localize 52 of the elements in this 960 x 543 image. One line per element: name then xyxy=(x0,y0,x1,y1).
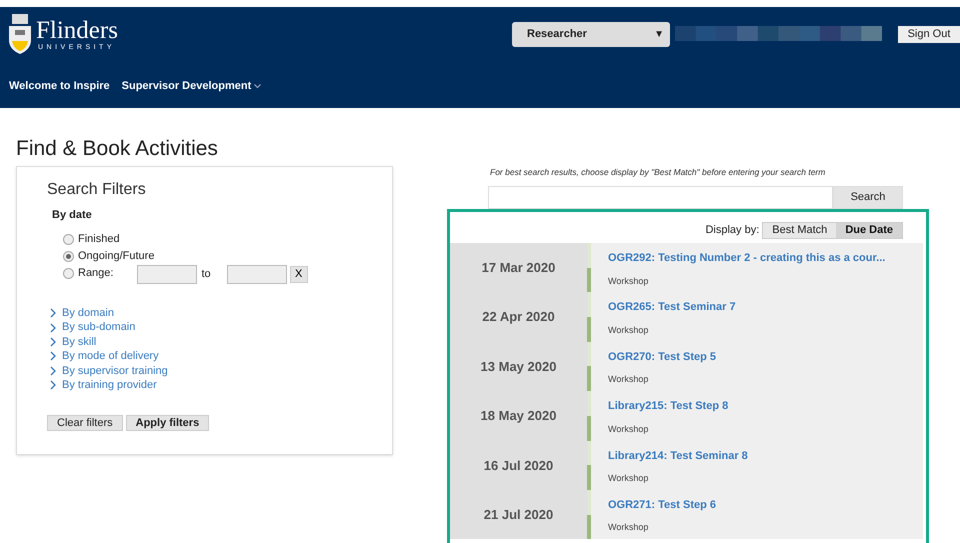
activity-link[interactable]: Library215: Test Step 8 xyxy=(608,398,923,415)
activity-link[interactable]: OGR265: Test Seminar 7 xyxy=(608,299,923,316)
activity-link[interactable]: OGR292: Testing Number 2 - creating this as a cour... xyxy=(608,250,923,266)
filter-group-link[interactable]: By domain xyxy=(62,304,114,322)
date-cell: 21 Jul 2020 xyxy=(450,490,587,540)
filter-group-link[interactable]: By mode of delivery xyxy=(62,348,159,365)
display-by-label: Display by: xyxy=(705,222,760,238)
date-cell: 13 May 2020 xyxy=(450,342,587,392)
activity-type: Workshop xyxy=(608,422,650,436)
radio-button[interactable] xyxy=(63,268,74,279)
activity-link[interactable]: OGR271: Test Step 6 xyxy=(608,496,923,514)
radio-label: Range: xyxy=(78,266,114,282)
activity-type: Workshop xyxy=(608,472,650,486)
display-option-tab[interactable]: Due Date xyxy=(836,222,902,238)
logo-name: Flinders xyxy=(36,18,118,44)
chevron-down-icon xyxy=(254,84,262,89)
filter-group-link[interactable]: By skill xyxy=(62,334,96,350)
search-field[interactable] xyxy=(488,186,833,209)
apply-filters-button[interactable]: Apply filters xyxy=(126,415,210,431)
sign-out-button[interactable]: Sign Out xyxy=(898,26,960,43)
radio-label: Ongoing/Future xyxy=(78,249,154,264)
search-hint: For best search results, choose display by "Best Match" before entering your search term xyxy=(490,166,826,179)
shield-logo-icon xyxy=(8,14,32,54)
clear-filters-button[interactable]: Clear filters xyxy=(47,415,123,431)
date-heading: By date xyxy=(52,208,92,223)
display-option-tab[interactable]: Best Match xyxy=(763,222,836,238)
activity-link[interactable]: Library214: Test Seminar 8 xyxy=(608,448,923,464)
filter-group-link[interactable]: By supervisor training xyxy=(62,362,168,380)
date-cell: 17 Mar 2020 xyxy=(450,243,587,292)
search-button[interactable]: Search xyxy=(833,186,903,209)
date-cell: 16 Jul 2020 xyxy=(450,440,587,490)
activity-type: Workshop xyxy=(608,274,650,288)
filter-title: Search Filters xyxy=(47,180,146,200)
radio-button[interactable] xyxy=(63,251,74,262)
page-title: Find & Book Activities xyxy=(16,136,218,162)
filter-group-link[interactable]: By training provider xyxy=(62,376,157,394)
role-select[interactable]: Researcher ▼ xyxy=(512,22,670,47)
radio-button[interactable] xyxy=(63,234,74,245)
date-cell: 18 May 2020 xyxy=(450,391,587,441)
radio-label: Finished xyxy=(78,232,120,248)
activity-type: Workshop xyxy=(608,324,650,337)
clear-range-button[interactable]: X xyxy=(290,266,308,283)
filter-group-link[interactable]: By sub-domain xyxy=(62,319,136,336)
range-to-label: to xyxy=(201,267,211,282)
nav-link[interactable]: Welcome to Inspire xyxy=(9,78,110,94)
activity-type: Workshop xyxy=(608,521,650,534)
date-cell: 22 Apr 2020 xyxy=(450,292,587,342)
activity-type: Workshop xyxy=(608,373,650,386)
activity-link[interactable]: OGR270: Test Step 5 xyxy=(608,348,923,366)
nav-menu[interactable]: Supervisor Development xyxy=(122,78,262,94)
date-to-field[interactable] xyxy=(226,265,287,284)
date-from-field[interactable] xyxy=(137,265,198,284)
